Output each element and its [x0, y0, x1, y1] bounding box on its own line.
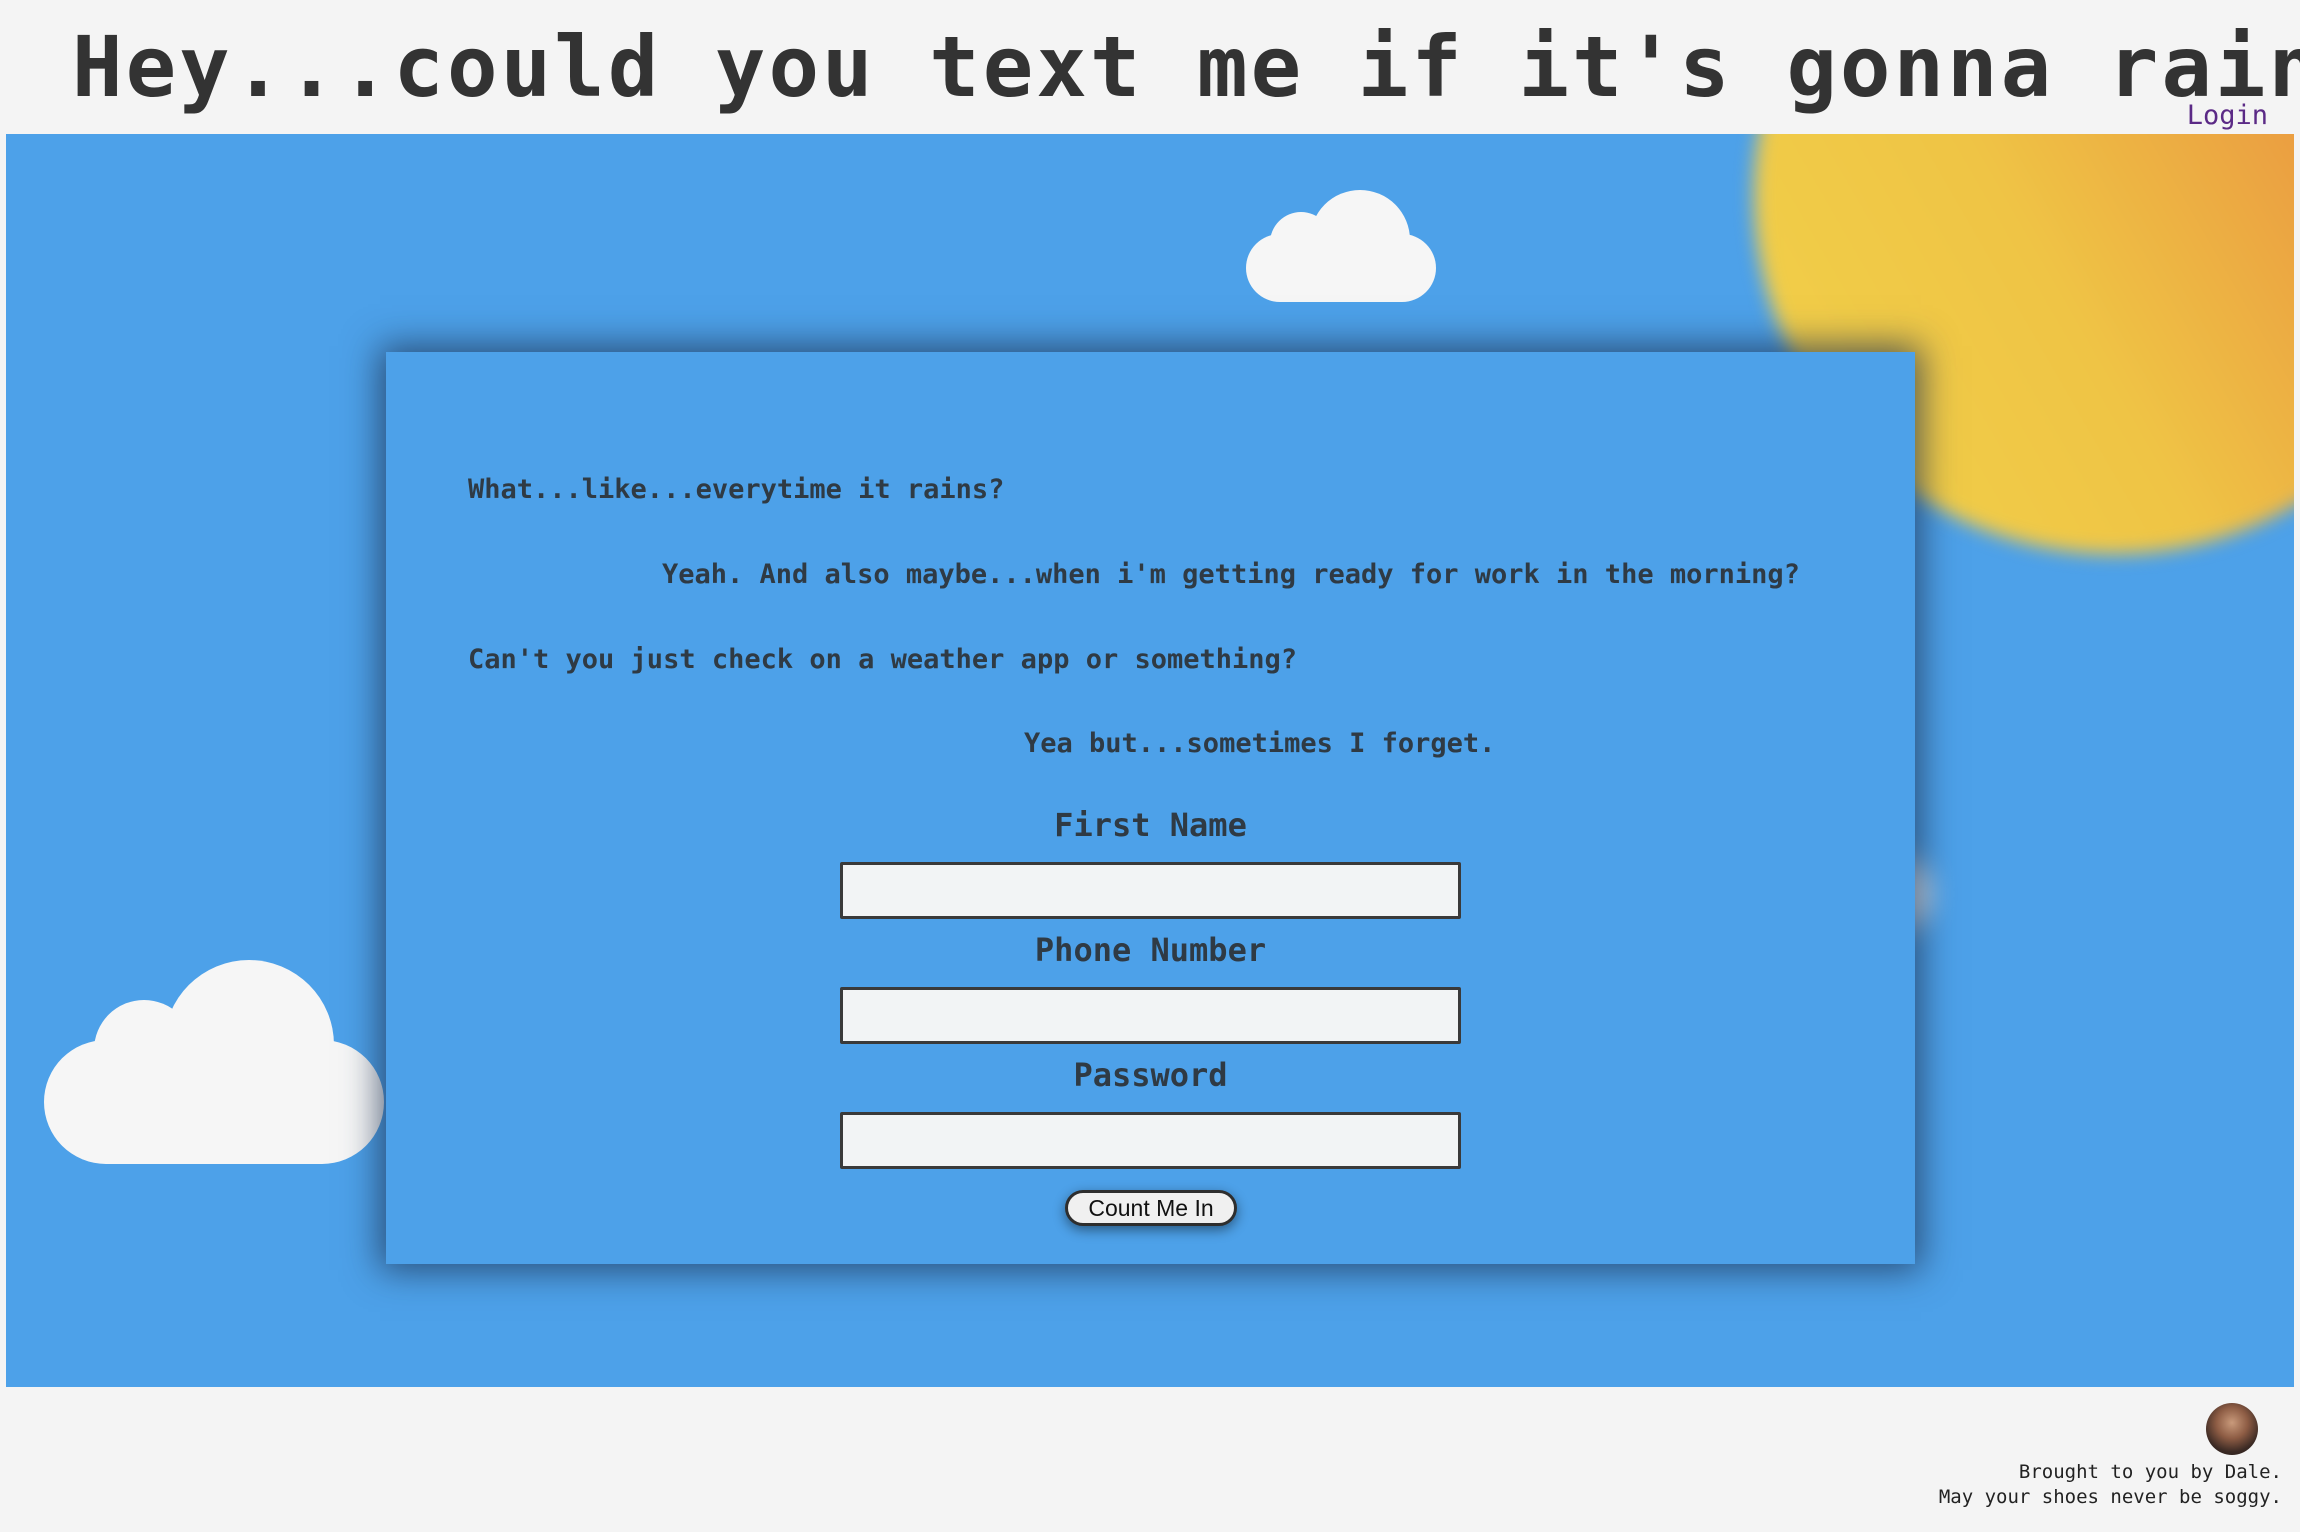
phone-number-input[interactable]: [840, 987, 1461, 1044]
site-footer: Brought to you by Dale. May your shoes n…: [6, 1387, 2294, 1532]
signup-card: What...like...everytime it rains? Yeah. …: [386, 352, 1915, 1264]
dialog-line: Can't you just check on a weather app or…: [468, 644, 1298, 675]
author-avatar-icon: [2206, 1403, 2258, 1455]
dialog-line: Yeah. And also maybe...when i'm getting …: [662, 559, 1800, 590]
cloud-icon: [1246, 190, 1436, 302]
footer-tagline: May your shoes never be soggy.: [1938, 1486, 2282, 1508]
password-input[interactable]: [840, 1112, 1461, 1169]
first-name-label: First Name: [1054, 806, 1247, 844]
first-name-input[interactable]: [840, 862, 1461, 919]
password-label: Password: [1073, 1056, 1228, 1094]
phone-number-label: Phone Number: [1034, 931, 1267, 969]
dialog-line: Yea but...sometimes I forget.: [1024, 728, 1496, 759]
site-title: Hey...could you text me if it's gonna ra…: [72, 18, 2300, 116]
count-me-in-button[interactable]: Count Me In: [1065, 1190, 1237, 1226]
site-header: Hey...could you text me if it's gonna ra…: [6, 0, 2300, 134]
cloud-icon: [44, 960, 384, 1164]
dialog-line: What...like...everytime it rains?: [468, 474, 1005, 505]
footer-credit: Brought to you by Dale.: [2018, 1461, 2282, 1483]
login-link[interactable]: Login: [2187, 100, 2268, 131]
